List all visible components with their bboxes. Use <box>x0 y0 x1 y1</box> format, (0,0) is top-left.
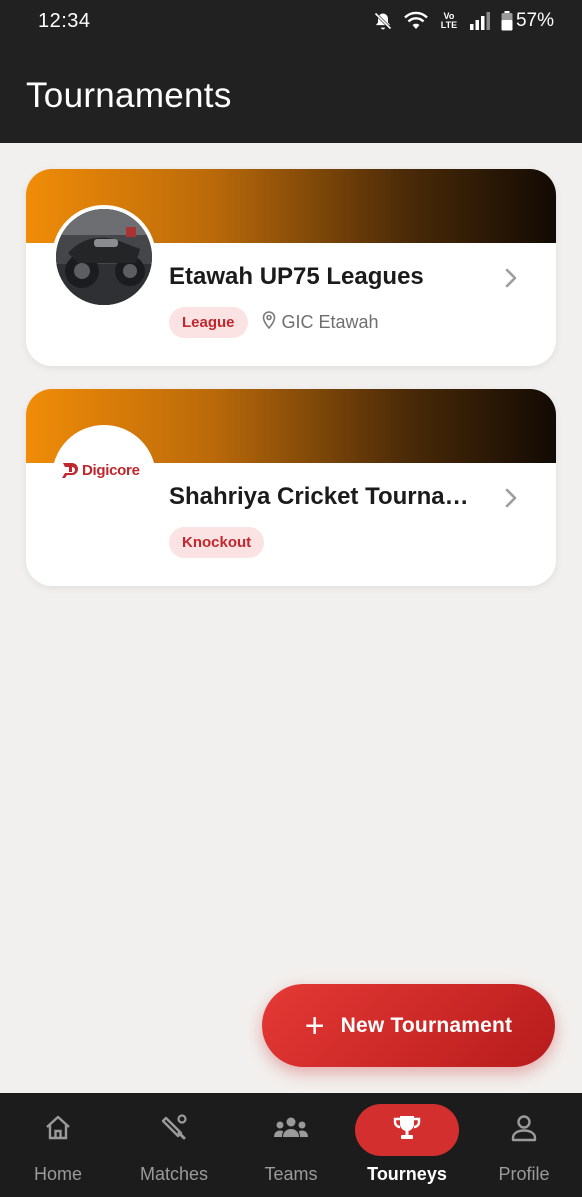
tournament-location: GIC Etawah <box>262 311 379 334</box>
status-time: 12:34 <box>38 10 91 32</box>
group-icon <box>273 1115 309 1146</box>
tournament-type-badge: League <box>169 307 248 338</box>
logo-text: Digicore <box>82 461 140 479</box>
tournament-meta: League GIC Etawah <box>169 307 379 338</box>
trophy-icon <box>392 1113 422 1148</box>
tournament-avatar: Digicore <box>52 425 156 529</box>
person-icon <box>509 1113 539 1148</box>
tournament-name: Etawah UP75 Leagues <box>169 263 424 290</box>
status-bar: 12:34 Vo LTE 57% <box>0 0 582 44</box>
new-tournament-label: New Tournament <box>340 1013 513 1037</box>
nav-item-home[interactable]: Home <box>0 1093 116 1197</box>
location-text: GIC Etawah <box>281 312 379 332</box>
page-title: Tournaments <box>26 76 232 115</box>
location-pin-icon <box>262 311 282 334</box>
nav-label: Teams <box>264 1164 318 1184</box>
tournament-card[interactable]: Digicore Shahriya Cricket Tournament Kno… <box>26 389 556 586</box>
tournament-type-badge: Knockout <box>169 527 265 558</box>
app-bar: Tournaments <box>0 44 582 143</box>
bell-muted-icon <box>373 11 393 31</box>
tournament-card[interactable]: Etawah UP75 Leagues League GIC Etawah <box>26 169 556 366</box>
battery-level: 57% <box>515 10 554 31</box>
nav-active-indicator <box>355 1104 459 1156</box>
chevron-right-icon[interactable] <box>504 487 518 514</box>
tournament-name: Shahriya Cricket Tournament <box>169 483 489 510</box>
digicore-logo: Digicore <box>61 461 140 479</box>
nav-item-profile[interactable]: Profile <box>466 1093 582 1197</box>
tournament-meta: Knockout <box>169 527 265 558</box>
nav-item-teams[interactable]: Teams <box>233 1093 349 1197</box>
new-tournament-button[interactable]: + New Tournament <box>262 984 555 1067</box>
cricket-bat-icon <box>159 1113 189 1148</box>
nav-label: Profile <box>498 1164 550 1184</box>
wifi-icon <box>403 11 429 31</box>
tournament-avatar <box>52 205 156 309</box>
status-icons: Vo LTE 57% <box>373 10 554 32</box>
nav-label: Tourneys <box>367 1164 447 1184</box>
volte-badge: Vo LTE <box>440 11 458 30</box>
home-icon <box>43 1113 73 1148</box>
plus-icon: + <box>304 1006 325 1045</box>
nav-label: Home <box>33 1164 82 1184</box>
nav-item-matches[interactable]: Matches <box>116 1093 232 1197</box>
battery-icon: 57% <box>501 10 554 32</box>
nav-label: Matches <box>139 1164 209 1184</box>
signal-icon <box>469 12 491 30</box>
bottom-nav: Home Matches Teams Tourneys Profile <box>0 1093 582 1197</box>
nav-item-tourneys[interactable]: Tourneys <box>349 1093 465 1197</box>
chevron-right-icon[interactable] <box>504 267 518 294</box>
